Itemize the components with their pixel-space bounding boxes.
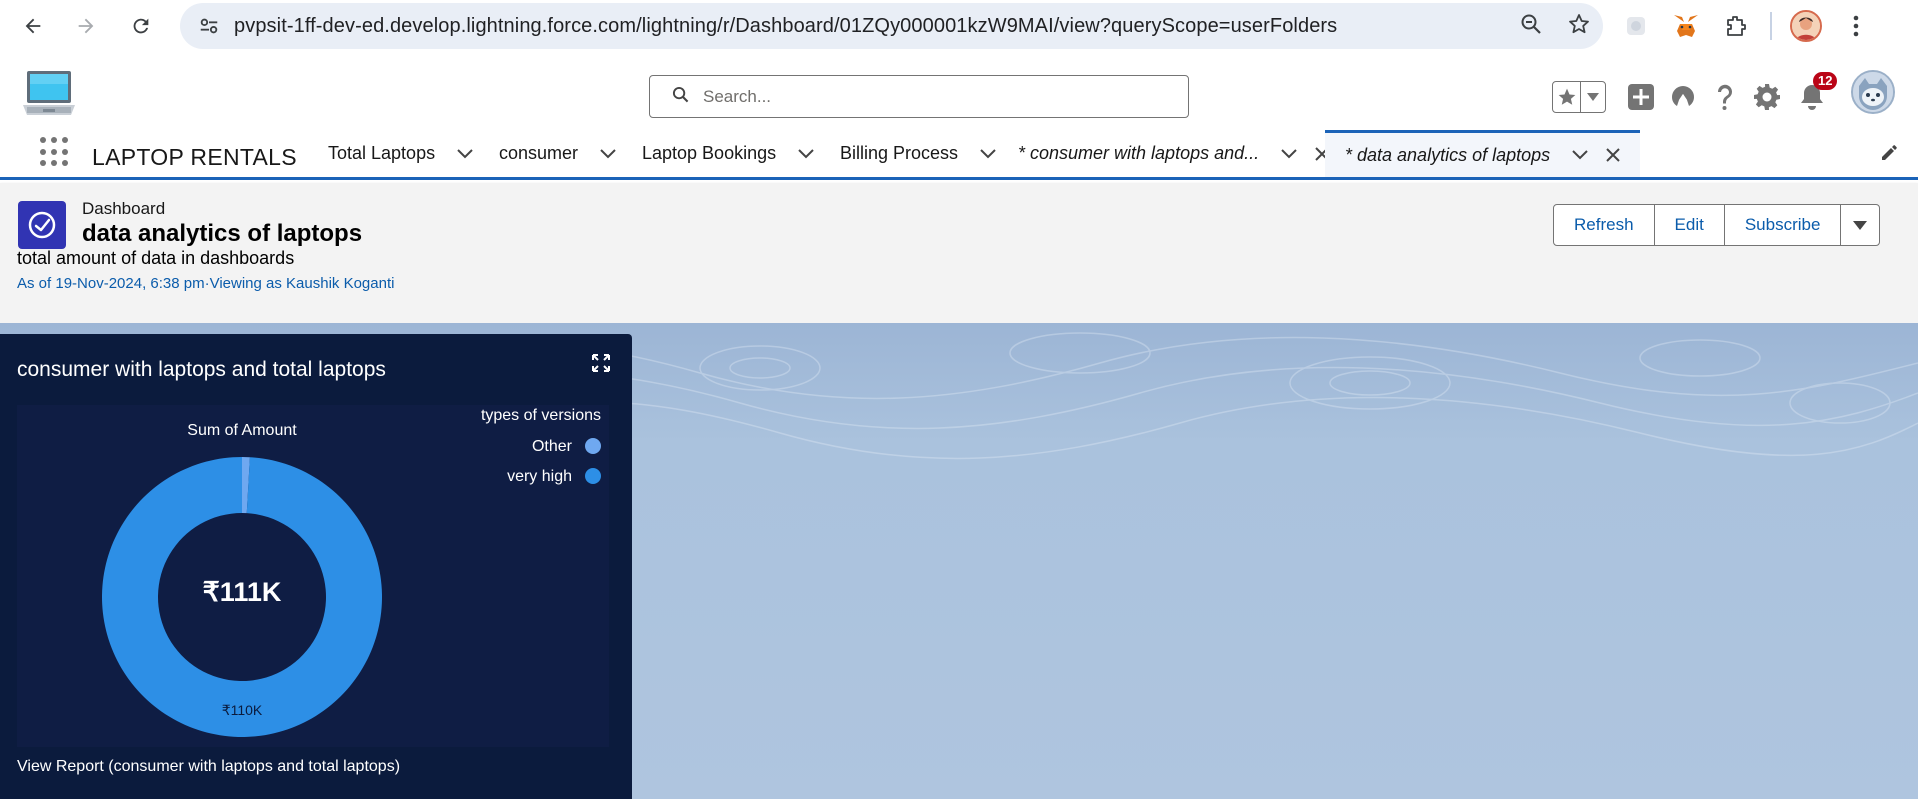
nav-tab-total-laptops[interactable]: Total Laptops <box>328 130 473 177</box>
app-navigation-bar: LAPTOP RENTALS Total Laptops consumer La… <box>0 130 1918 180</box>
address-bar[interactable]: pvpsit-1ff-dev-ed.develop.lightning.forc… <box>180 3 1603 49</box>
dashboard-header: Dashboard data analytics of laptops tota… <box>0 183 1918 323</box>
page-title: data analytics of laptops <box>82 220 363 247</box>
org-logo[interactable] <box>21 67 77 128</box>
arrow-right-icon <box>78 18 94 34</box>
site-settings-icon[interactable] <box>184 15 234 37</box>
legend-item-label: very high <box>507 468 572 485</box>
donut-data-label: ₹110K <box>222 702 263 718</box>
browser-toolbar: pvpsit-1ff-dev-ed.develop.lightning.forc… <box>0 0 1918 52</box>
metamask-fox-icon[interactable] <box>1670 10 1702 42</box>
gear-icon[interactable] <box>1750 76 1784 118</box>
nav-tab-label: Billing Process <box>840 143 959 163</box>
close-tab-icon[interactable] <box>1606 148 1620 162</box>
subscribe-button[interactable]: Subscribe <box>1725 205 1842 245</box>
nav-tab-consumer-with-laptops[interactable]: * consumer with laptops and... <box>1018 130 1329 177</box>
dashboard-gauge-icon <box>18 201 66 249</box>
chevron-down-icon[interactable] <box>1281 148 1297 159</box>
nav-tab-label: consumer <box>499 143 579 163</box>
header-actions <box>1552 76 1606 118</box>
legend-item-label: Other <box>532 438 573 455</box>
notifications-bell-icon[interactable]: 12 <box>1795 72 1838 118</box>
global-search[interactable] <box>649 75 1189 118</box>
search-icon <box>672 86 689 108</box>
nav-tab-label: * data analytics of laptops <box>1345 144 1551 165</box>
chevron-down-icon[interactable] <box>1581 82 1605 112</box>
nav-tab-laptop-bookings[interactable]: Laptop Bookings <box>642 130 814 177</box>
bookmark-star-icon[interactable] <box>1567 12 1591 41</box>
trailhead-icon[interactable] <box>1666 76 1700 118</box>
forward-button[interactable] <box>59 0 113 52</box>
url-text[interactable]: pvpsit-1ff-dev-ed.develop.lightning.forc… <box>234 15 1337 38</box>
reload-icon <box>133 18 149 34</box>
nav-tab-label: * consumer with laptops and... <box>1018 143 1260 163</box>
arrow-left-icon <box>25 18 41 34</box>
laptop-logo-icon <box>23 71 75 115</box>
chevron-down-icon <box>1853 220 1868 230</box>
extension-icon[interactable] <box>1620 10 1652 42</box>
nav-tab-label: Laptop Bookings <box>642 143 777 163</box>
star-icon[interactable] <box>1553 82 1581 112</box>
edit-nav-pencil-icon[interactable] <box>1880 144 1898 167</box>
chevron-down-icon[interactable] <box>457 148 473 159</box>
edit-button[interactable]: Edit <box>1655 205 1725 245</box>
chevron-down-icon[interactable] <box>600 148 616 159</box>
legend-title: types of versions <box>481 407 601 424</box>
dashboard-button-group: Refresh Edit Subscribe <box>1553 204 1881 246</box>
chart-area: Sum of Amount ₹111K ₹110K types of versi… <box>17 405 609 747</box>
chart-title: Sum of Amount <box>187 422 297 439</box>
nav-tab-billing-process[interactable]: Billing Process <box>840 130 996 177</box>
dashboard-widget: consumer with laptops and total laptops … <box>0 334 632 799</box>
expand-icon[interactable] <box>592 354 610 377</box>
extensions-puzzle-icon[interactable] <box>1720 10 1752 42</box>
record-type-label: Dashboard <box>82 199 166 218</box>
view-report-link[interactable]: View Report (consumer with laptops and t… <box>17 758 400 776</box>
reload-button[interactable] <box>114 0 168 52</box>
dashboard-description: total amount of data in dashboards <box>17 248 295 268</box>
browser-menu-icon[interactable] <box>1840 10 1872 42</box>
donut-chart: Sum of Amount ₹111K ₹110K types of versi… <box>101 407 601 737</box>
search-input[interactable] <box>703 86 1143 107</box>
chevron-down-icon[interactable] <box>1572 150 1588 160</box>
favorites-button[interactable] <box>1552 81 1606 113</box>
chevron-down-icon[interactable] <box>798 148 814 159</box>
toolbar-divider <box>1770 12 1772 40</box>
global-actions-plus-icon[interactable] <box>1624 76 1658 118</box>
browser-profile-avatar[interactable] <box>1790 10 1822 42</box>
refresh-button[interactable]: Refresh <box>1554 205 1655 245</box>
app-launcher-waffle-icon[interactable] <box>40 137 70 167</box>
dashboard-as-of[interactable]: As of 19-Nov-2024, 6:38 pm·Viewing as Ka… <box>17 275 394 292</box>
chart-center-total: ₹111K <box>203 577 282 607</box>
nav-tab-data-analytics[interactable]: * data analytics of laptops <box>1325 130 1641 177</box>
user-avatar[interactable] <box>1851 70 1895 114</box>
nav-tab-consumer[interactable]: consumer <box>499 130 616 177</box>
notification-count-badge: 12 <box>1813 72 1838 90</box>
chevron-down-icon[interactable] <box>980 148 996 159</box>
help-icon[interactable] <box>1708 76 1742 118</box>
legend-swatch[interactable] <box>585 438 601 454</box>
zoom-icon[interactable] <box>1519 12 1543 41</box>
back-button[interactable] <box>6 0 60 52</box>
legend-swatch[interactable] <box>585 468 601 484</box>
more-actions-button[interactable] <box>1841 205 1879 245</box>
widget-title: consumer with laptops and total laptops <box>17 358 386 381</box>
nav-tab-label: Total Laptops <box>328 143 436 163</box>
app-name: LAPTOP RENTALS <box>92 144 297 170</box>
